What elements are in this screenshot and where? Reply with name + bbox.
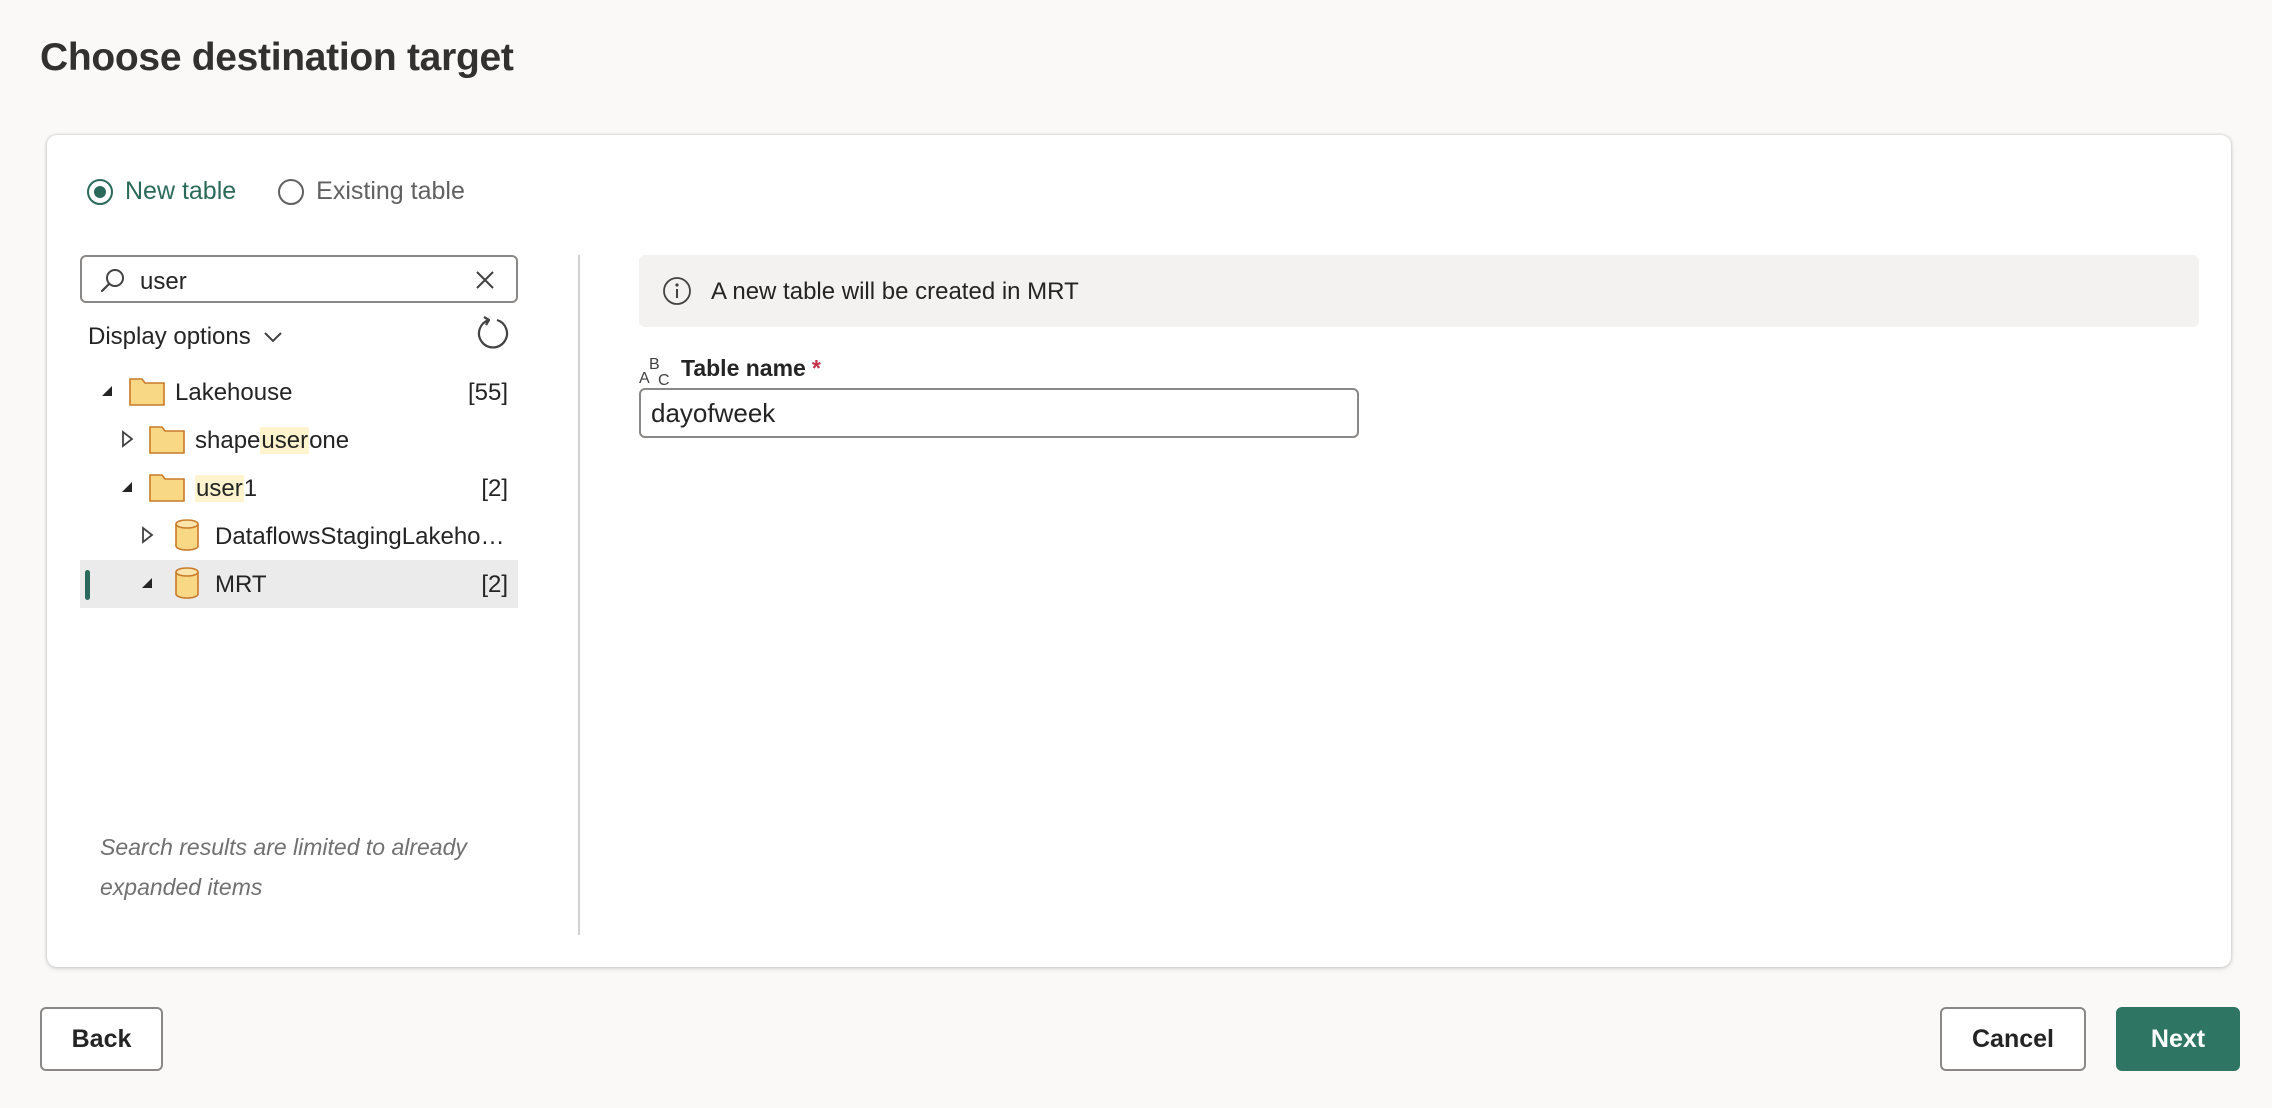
search-input-value[interactable]: user: [140, 268, 187, 296]
folder-icon: [129, 378, 165, 406]
search-match-highlight: user: [195, 475, 244, 502]
tree-item-shapeuserone[interactable]: shapeuserone: [80, 416, 518, 464]
info-message-bar: A new table will be created in MRT: [639, 255, 2199, 327]
search-input[interactable]: user: [80, 255, 518, 303]
new-table-radio-label[interactable]: New table: [125, 177, 236, 206]
svg-text:C: C: [658, 372, 670, 387]
close-icon[interactable]: [474, 269, 496, 291]
chevron-down-icon: [264, 332, 282, 343]
destination-card: New table Existing table user Display op…: [47, 135, 2231, 967]
abc-text-icon: A B C: [639, 356, 670, 387]
expand-triangle-icon[interactable]: [136, 524, 158, 546]
info-message-text: A new table will be created in MRT: [711, 278, 1079, 305]
existing-table-radio-indicator[interactable]: [278, 178, 305, 205]
tree-item-count: [2]: [481, 571, 508, 598]
svg-text:B: B: [649, 356, 660, 373]
navigator-tree: Lakehouse [55] shapeuserone user1 [2] Da…: [80, 368, 518, 608]
tree-item-count: [55]: [467, 379, 508, 406]
folder-icon: [149, 474, 185, 502]
refresh-icon[interactable]: [475, 315, 511, 351]
existing-table-radio[interactable]: Existing table: [278, 177, 465, 206]
database-icon: [175, 519, 199, 551]
tree-item-dataflowsstaginglakehouse[interactable]: DataflowsStagingLakehou...: [80, 512, 518, 560]
collapse-triangle-icon[interactable]: [96, 380, 118, 402]
folder-icon: [149, 426, 185, 454]
tree-item-mrt[interactable]: MRT [2]: [80, 560, 518, 608]
table-name-label: Table name *: [681, 355, 821, 381]
selection-indicator: [85, 570, 90, 600]
tree-item-label: user1: [195, 475, 258, 502]
table-mode-radio-group: New table Existing table: [87, 177, 507, 206]
table-name-input[interactable]: dayofweek: [639, 388, 1359, 438]
page-title: Choose destination target: [40, 36, 514, 79]
info-icon: [663, 277, 691, 305]
tree-item-user1[interactable]: user1 [2]: [80, 464, 518, 512]
next-button[interactable]: Next: [2116, 1007, 2240, 1071]
tree-item-label: MRT: [215, 571, 267, 598]
tree-item-label: DataflowsStagingLakehou...: [215, 523, 510, 550]
collapse-triangle-icon[interactable]: [116, 476, 138, 498]
display-options-label[interactable]: Display options: [88, 323, 251, 351]
tree-item-count: [2]: [481, 475, 508, 502]
required-marker: *: [811, 355, 821, 381]
search-icon: [100, 269, 124, 293]
expand-triangle-icon[interactable]: [116, 428, 138, 450]
display-options-dropdown[interactable]: Display options: [88, 323, 283, 351]
search-hint-text: Search results are limited to already ex…: [100, 834, 467, 900]
collapse-triangle-icon[interactable]: [136, 572, 158, 594]
cancel-button[interactable]: Cancel: [1940, 1007, 2086, 1071]
pane-divider: [578, 255, 580, 935]
new-table-radio[interactable]: New table: [87, 177, 236, 206]
tree-item-label: Lakehouse: [175, 379, 293, 406]
tree-item-lakehouse[interactable]: Lakehouse [55]: [80, 368, 518, 416]
navigator-pane: user Display options Lakehouse [55] shap…: [80, 255, 518, 935]
back-button[interactable]: Back: [40, 1007, 163, 1071]
new-table-radio-indicator[interactable]: [87, 178, 113, 205]
database-icon: [175, 567, 199, 599]
existing-table-radio-label[interactable]: Existing table: [316, 177, 465, 206]
tree-item-label: shapeuserone: [195, 427, 350, 454]
search-match-highlight: user: [260, 427, 310, 454]
